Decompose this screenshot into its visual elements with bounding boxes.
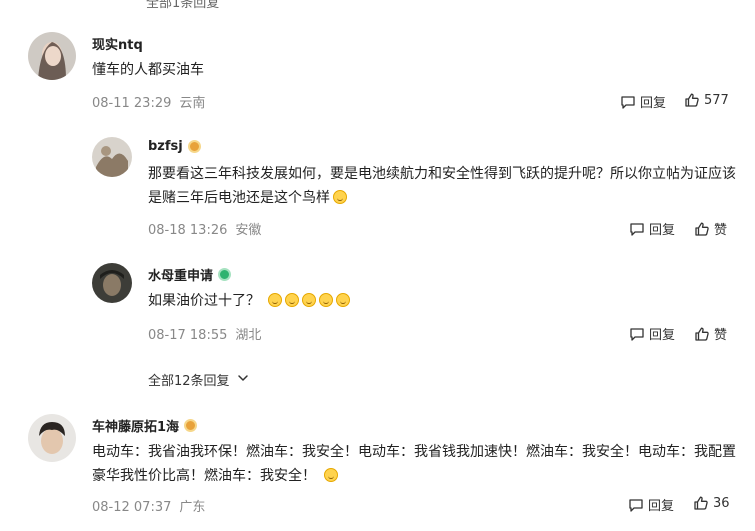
comment-bubble-icon: [620, 94, 636, 110]
comment-location: 云南: [179, 96, 206, 111]
comment-bubble-icon: [628, 497, 644, 513]
comment-text-body: 如果油价过十了？: [148, 293, 260, 309]
gold-level-badge-icon: [184, 419, 198, 432]
smile-emoji-icon: [302, 293, 316, 307]
smile-emoji-icon: [333, 190, 347, 204]
comment-location: 湖北: [235, 328, 262, 343]
username[interactable]: 车神藤原拓1海: [92, 416, 198, 435]
comment-bubble-icon: [629, 326, 645, 342]
reply-label: 回复: [649, 223, 676, 238]
like-button[interactable]: 577: [684, 92, 729, 108]
smile-emoji-icon: [268, 293, 282, 307]
thumbs-up-icon: [694, 326, 710, 342]
like-label: 赞: [714, 223, 728, 238]
like-button[interactable]: 36: [693, 495, 730, 511]
reply-label: 回复: [649, 328, 676, 343]
like-button[interactable]: 赞: [694, 324, 727, 343]
username[interactable]: 水母重申请: [148, 265, 232, 284]
comment-text: 懂车的人都买油车: [92, 62, 204, 78]
comment-text: 如果油价过十了？: [148, 289, 736, 313]
thumbs-up-icon: [694, 221, 710, 237]
like-count: 577: [704, 92, 729, 108]
show-all-replies-label: 全部12条回复: [148, 374, 230, 389]
avatar[interactable]: [28, 414, 76, 462]
reply-label: 回复: [648, 499, 675, 514]
gold-level-badge-icon: [187, 140, 201, 153]
reply-label: 回复: [640, 96, 667, 111]
comment-bubble-icon: [629, 221, 645, 237]
green-level-badge-icon: [218, 268, 232, 281]
comment-date: 08-12 07:37: [92, 500, 172, 515]
like-count: 36: [713, 495, 730, 511]
avatar[interactable]: [28, 32, 76, 80]
thumbs-up-icon: [693, 495, 709, 511]
smile-emoji-icon: [319, 293, 333, 307]
comment-location: 广东: [179, 500, 206, 515]
like-label: 赞: [714, 328, 728, 343]
username-text[interactable]: 水母重申请: [148, 265, 213, 284]
reply-button[interactable]: 回复: [628, 495, 674, 514]
show-all-replies-button[interactable]: 全部12条回复: [148, 370, 250, 389]
smile-emoji-icon: [285, 293, 299, 307]
comment-location: 安徽: [235, 223, 262, 238]
comment-meta: 08-17 18:55 湖北: [148, 324, 261, 343]
comment-text-body: 电动车：我省油我环保！燃油车：我安全！电动车：我省钱我加速快！燃油车：我安全！电…: [92, 444, 736, 484]
like-button[interactable]: 赞: [694, 219, 727, 238]
comment-meta: 08-11 23:29 云南: [92, 92, 205, 111]
comment-meta: 08-18 13:26 安徽: [148, 219, 261, 238]
smile-emoji-icon: [324, 468, 338, 482]
username-text[interactable]: 现实ntq: [92, 34, 143, 53]
reply-button[interactable]: 回复: [620, 92, 666, 111]
avatar[interactable]: [92, 263, 132, 303]
comment-date: 08-17 18:55: [148, 328, 228, 343]
reply-button[interactable]: 回复: [629, 324, 675, 343]
comment-date: 08-11 23:29: [92, 96, 172, 111]
comment-text-body: 那要看这三年科技发展如何，要是电池续航力和安全性得到飞跃的提升呢？所以你立帖为证…: [148, 166, 736, 206]
comment-text: 那要看这三年科技发展如何，要是电池续航力和安全性得到飞跃的提升呢？所以你立帖为证…: [148, 162, 736, 210]
smile-emoji-icon: [336, 293, 350, 307]
reply-button[interactable]: 回复: [629, 219, 675, 238]
thumbs-up-icon: [684, 92, 700, 108]
username-text[interactable]: bzfsj: [148, 139, 183, 154]
comment-text: 电动车：我省油我环保！燃油车：我安全！电动车：我省钱我加速快！燃油车：我安全！电…: [92, 440, 737, 488]
username[interactable]: 现实ntq: [92, 34, 143, 53]
comment-date: 08-18 13:26: [148, 223, 228, 238]
avatar[interactable]: [92, 137, 132, 177]
chevron-down-icon: [236, 371, 250, 389]
username[interactable]: bzfsj: [148, 139, 201, 154]
previous-thread-more-replies[interactable]: 全部1条回复: [146, 0, 219, 11]
username-text[interactable]: 车神藤原拓1海: [92, 416, 179, 435]
comment-meta: 08-12 07:37 广东: [92, 496, 205, 515]
